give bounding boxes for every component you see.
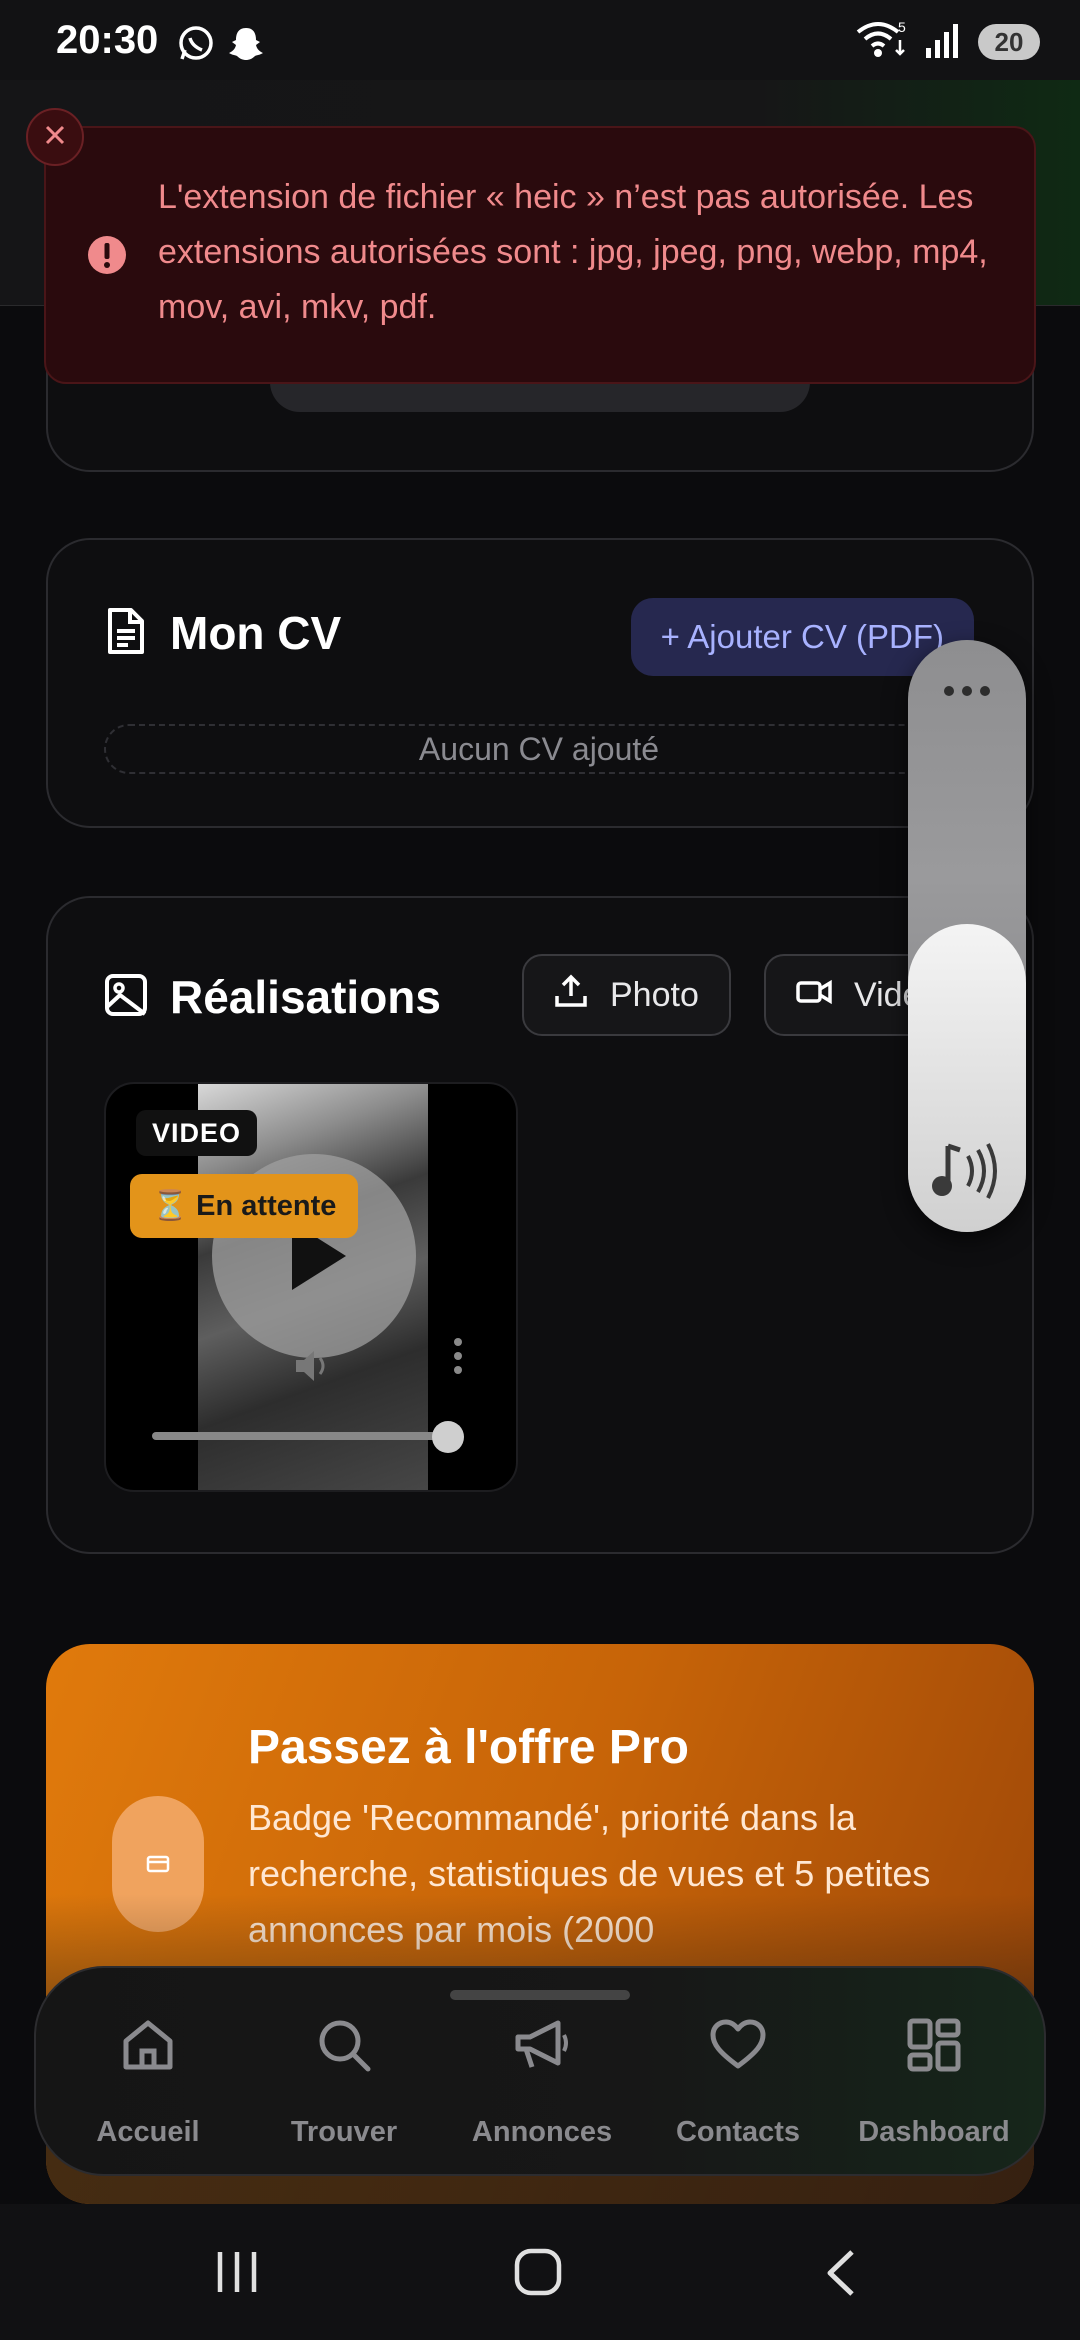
realisations-title: Réalisations — [170, 971, 441, 1023]
nav-item-contacts[interactable]: Contacts — [640, 2012, 836, 2149]
nav-drag-handle[interactable] — [450, 1990, 630, 2000]
grid-icon — [836, 2012, 1032, 2078]
nav-item-annonces[interactable]: Annonces — [444, 2012, 640, 2149]
volume-slider[interactable] — [908, 640, 1026, 1232]
volume-more-icon[interactable] — [944, 686, 990, 696]
screen: 20:30 5 20 Mon CV + Ajouter CV (PDF) Auc… — [0, 0, 1080, 2340]
error-toast: L'extension de fichier « heic » n’est pa… — [44, 126, 1036, 384]
wifi-icon: 5 — [856, 19, 910, 65]
bottom-nav: Accueil Trouver Annonces Contacts Dashbo… — [34, 1966, 1046, 2176]
video-options-icon[interactable] — [454, 1338, 464, 1380]
nav-label: Contacts — [675, 2116, 801, 2148]
video-tile[interactable]: VIDEO ⏳ En attente — [104, 1082, 518, 1492]
document-icon — [104, 607, 148, 660]
wifi-label: 5 — [898, 20, 906, 35]
error-toast-message: L'extension de fichier « heic » n’est pa… — [158, 178, 988, 326]
cv-card: Mon CV + Ajouter CV (PDF) Aucun CV ajout… — [46, 538, 1034, 828]
recent-apps-icon[interactable] — [214, 2250, 260, 2299]
video-seek-knob[interactable] — [432, 1421, 464, 1453]
nav-item-dashboard[interactable]: Dashboard — [836, 2012, 1032, 2149]
promo-title: Passez à l'offre Pro — [248, 1721, 689, 1774]
nav-label: Dashboard — [858, 2116, 1010, 2148]
home-icon — [50, 2012, 246, 2078]
nav-label: Accueil — [96, 2116, 200, 2148]
back-icon[interactable] — [822, 2248, 858, 2303]
error-alert-icon — [86, 234, 128, 281]
photo-button-label: Photo — [610, 975, 699, 1014]
system-nav-bar — [0, 2204, 1080, 2340]
nav-label: Trouver — [290, 2116, 398, 2148]
snapchat-icon — [226, 24, 266, 69]
close-toast-button[interactable] — [26, 108, 84, 166]
volume-level-fill[interactable] — [908, 924, 1026, 1232]
megaphone-icon — [444, 2012, 640, 2078]
realisations-title-row: Réalisations — [104, 970, 441, 1024]
pending-status-badge: ⏳ En attente — [130, 1174, 359, 1238]
realisations-card: Réalisations Photo Vidéo VIDEO ⏳ En atte… — [46, 896, 1034, 1554]
add-photo-button[interactable]: Photo — [522, 954, 731, 1036]
search-icon — [246, 2012, 442, 2078]
nav-item-accueil[interactable]: Accueil — [50, 2012, 246, 2149]
battery-indicator: 20 — [978, 24, 1040, 60]
cv-empty-state: Aucun CV ajouté — [104, 724, 974, 774]
video-type-chip: VIDEO — [136, 1110, 258, 1156]
video-seek-bar[interactable] — [152, 1432, 456, 1440]
video-camera-icon — [796, 976, 832, 1015]
home-button-icon[interactable] — [514, 2248, 562, 2301]
nav-item-trouver[interactable]: Trouver — [246, 2012, 442, 2149]
status-bar: 20:30 5 20 — [0, 0, 1080, 80]
nav-label: Annonces — [471, 2116, 613, 2148]
heart-icon — [640, 2012, 836, 2078]
cv-title-row: Mon CV — [104, 606, 341, 660]
status-time: 20:30 — [56, 18, 159, 62]
signal-icon — [924, 20, 964, 65]
cv-title: Mon CV — [170, 607, 342, 659]
close-icon — [44, 124, 66, 151]
image-icon — [104, 973, 148, 1022]
mute-icon[interactable] — [292, 1346, 336, 1391]
upload-icon — [554, 974, 588, 1017]
whatsapp-icon — [176, 24, 216, 69]
